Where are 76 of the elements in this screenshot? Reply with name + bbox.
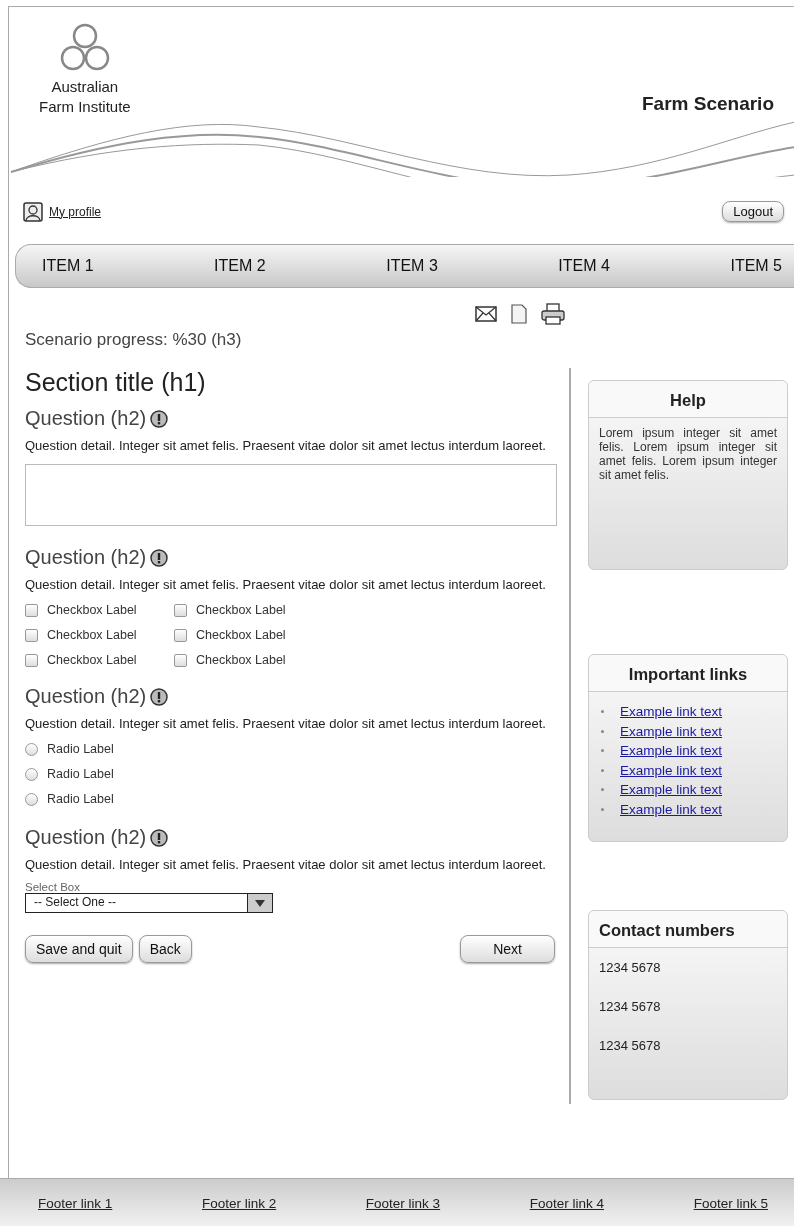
- checkbox-label: Checkbox Label: [196, 603, 286, 617]
- question-title: Question (h2): [25, 546, 147, 569]
- question-detail: Question detail. Integer sit amet felis. Praesent vitae dolor sit amet lectus interdum laoreet.: [25, 716, 547, 732]
- help-text: Lorem ipsum integer sit amet felis. Lorem ipsum integer sit amet felis. Lorem ipsum integer sit amet felis.: [599, 426, 777, 482]
- info-icon[interactable]: [150, 687, 169, 706]
- next-button[interactable]: Next: [460, 935, 555, 963]
- page-title: Farm Scenario: [642, 93, 774, 115]
- info-icon[interactable]: [150, 548, 169, 567]
- footer-link[interactable]: Footer link 4: [529, 1195, 605, 1211]
- footer-link[interactable]: Footer link 2: [201, 1195, 277, 1211]
- panel-title: Help: [589, 381, 787, 418]
- question-title: Question (h2): [25, 826, 147, 849]
- question-title: Question (h2): [25, 685, 147, 708]
- example-link[interactable]: Example link text: [620, 721, 723, 741]
- checkbox[interactable]: [25, 653, 38, 667]
- bullet-icon: [601, 729, 604, 733]
- logo-text: Australian Farm Institute: [39, 77, 131, 117]
- checkbox-label: Checkbox Label: [47, 628, 137, 642]
- nav-item[interactable]: ITEM 3: [386, 257, 438, 275]
- mail-icon[interactable]: [475, 306, 497, 322]
- nav-item[interactable]: ITEM 5: [730, 257, 782, 275]
- footer-link[interactable]: Footer link 1: [38, 1195, 113, 1211]
- question-detail: Question detail. Integer sit amet felis. Praesent vitae dolor sit amet lectus interdum laoreet.: [25, 438, 547, 454]
- radio-button[interactable]: [25, 792, 38, 806]
- info-icon[interactable]: [150, 409, 169, 428]
- question-detail: Question detail. Integer sit amet felis. Praesent vitae dolor sit amet lectus interdum laoreet.: [25, 577, 547, 593]
- phone-number: 1234 5678: [598, 998, 662, 1016]
- footer-link[interactable]: Footer link 5: [693, 1195, 768, 1211]
- checkbox-label: Checkbox Label: [196, 653, 286, 667]
- example-link[interactable]: Example link text: [620, 702, 723, 722]
- info-icon[interactable]: [150, 828, 169, 847]
- radio-label: Radio Label: [47, 742, 114, 756]
- document-icon[interactable]: [511, 304, 527, 324]
- question-title: Question (h2): [25, 407, 147, 430]
- checkbox[interactable]: [174, 653, 187, 667]
- bullet-icon: [601, 749, 604, 753]
- checkbox[interactable]: [174, 628, 187, 642]
- bullet-icon: [601, 768, 604, 772]
- printer-icon[interactable]: [541, 303, 565, 325]
- checkbox[interactable]: [25, 628, 38, 642]
- phone-number: 1234 5678: [598, 959, 662, 977]
- bullet-icon: [601, 710, 604, 714]
- progress-heading: Scenario progress: %30 (h3): [24, 329, 243, 350]
- checkbox-label: Checkbox Label: [196, 628, 286, 642]
- bullet-icon: [601, 788, 604, 792]
- radio-button[interactable]: [25, 742, 38, 756]
- panel-title: Important links: [589, 655, 787, 692]
- section-title: Section title (h1): [25, 368, 207, 397]
- example-link[interactable]: Example link text: [620, 760, 723, 780]
- phone-number: 1234 5678: [598, 1037, 662, 1055]
- select-label: Select Box: [25, 881, 81, 893]
- checkbox-label: Checkbox Label: [47, 603, 137, 617]
- nav-button[interactable]: Back: [138, 935, 192, 963]
- bullet-icon: [601, 807, 604, 811]
- checkbox-label: Checkbox Label: [47, 653, 137, 667]
- example-link[interactable]: Example link text: [620, 799, 723, 819]
- question-detail: Question detail. Integer sit amet felis. Praesent vitae dolor sit amet lectus interdum laoreet.: [25, 857, 547, 873]
- radio-label: Radio Label: [47, 767, 114, 781]
- logout-button[interactable]: Logout: [722, 201, 784, 222]
- caret-icon: [255, 899, 265, 907]
- example-link[interactable]: Example link text: [620, 780, 723, 800]
- panel-title: Contact numbers: [589, 911, 787, 948]
- nav-button[interactable]: Save and quit: [25, 935, 133, 963]
- radio-label: Radio Label: [47, 792, 114, 806]
- radio-button[interactable]: [25, 767, 38, 781]
- profile-link[interactable]: My profile: [23, 201, 101, 222]
- checkbox[interactable]: [25, 603, 38, 617]
- nav-item[interactable]: ITEM 2: [214, 257, 266, 275]
- footer-link[interactable]: Footer link 3: [365, 1195, 441, 1211]
- nav-item[interactable]: ITEM 4: [558, 257, 610, 275]
- select-field[interactable]: -- Select One --: [25, 893, 273, 913]
- answer-box[interactable]: [25, 464, 557, 526]
- checkbox[interactable]: [174, 603, 187, 617]
- nav-item[interactable]: ITEM 1: [42, 257, 94, 275]
- example-link[interactable]: Example link text: [620, 741, 723, 761]
- user-icon: [23, 201, 43, 222]
